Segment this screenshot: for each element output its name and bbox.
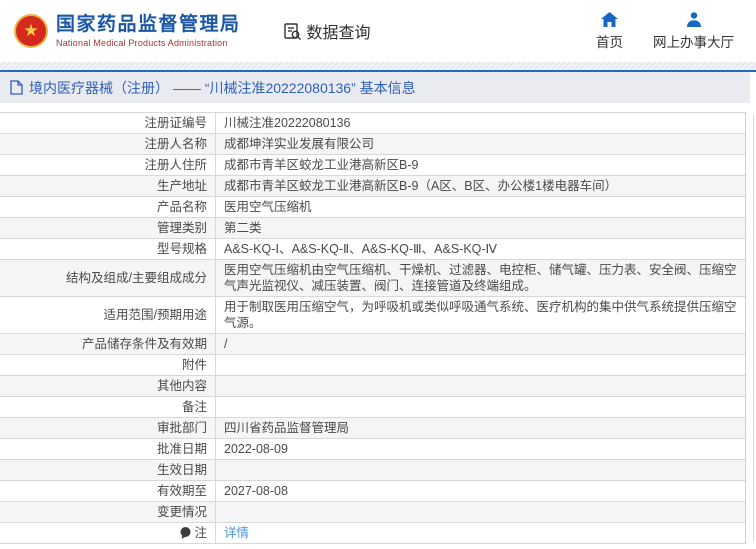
- breadcrumb-text: 境内医疗器械（注册） —— “川械注准20222080136” 基本信息: [29, 78, 416, 98]
- top-nav: 首页 网上办事大厅: [596, 12, 734, 51]
- row-value: 2022-08-09: [215, 439, 745, 459]
- row-label: 结构及组成/主要组成成分: [0, 260, 215, 296]
- row-value: [215, 502, 745, 522]
- table-row: 管理类别第二类: [0, 218, 745, 239]
- site-subtitle: National Medical Products Administration: [56, 38, 241, 48]
- table-row: 其他内容: [0, 376, 745, 397]
- breadcrumb: 境内医疗器械（注册） —— “川械注准20222080136” 基本信息: [0, 72, 750, 103]
- row-label: 批准日期: [0, 439, 215, 459]
- home-icon: [601, 12, 618, 27]
- table-row: 变更情况: [0, 502, 745, 523]
- right-edge-line: [753, 115, 754, 541]
- row-label: 有效期至: [0, 481, 215, 501]
- table-row: 注册证编号川械注准20222080136: [0, 113, 745, 134]
- row-label: 注册人住所: [0, 155, 215, 175]
- row-value: /: [215, 334, 745, 354]
- row-label: 生产地址: [0, 176, 215, 196]
- row-label: 变更情况: [0, 502, 215, 522]
- note-label: 注: [194, 525, 207, 541]
- row-label: 其他内容: [0, 376, 215, 396]
- row-value: A&S-KQ-Ⅰ、A&S-KQ-Ⅱ、A&S-KQ-Ⅲ、A&S-KQ-Ⅳ: [215, 239, 745, 259]
- row-value: 成都市青羊区蛟龙工业港高新区B-9: [215, 155, 745, 175]
- decorative-hatch-strip: [0, 62, 756, 70]
- table-row: 审批部门四川省药品监督管理局: [0, 418, 745, 439]
- national-emblem-icon: ★: [14, 14, 48, 48]
- row-label: 型号规格: [0, 239, 215, 259]
- table-row: 产品名称医用空气压缩机: [0, 197, 745, 218]
- nav-home-label: 首页: [596, 31, 623, 51]
- row-value: [215, 460, 745, 480]
- row-label: 适用范围/预期用途: [0, 297, 215, 333]
- row-value: 川械注准20222080136: [215, 113, 745, 133]
- row-value: [215, 397, 745, 417]
- row-value: 四川省药品监督管理局: [215, 418, 745, 438]
- nav-home[interactable]: 首页: [596, 12, 623, 51]
- row-label: 注册证编号: [0, 113, 215, 133]
- row-label: 管理类别: [0, 218, 215, 238]
- row-label: 审批部门: [0, 418, 215, 438]
- table-row: 型号规格A&S-KQ-Ⅰ、A&S-KQ-Ⅱ、A&S-KQ-Ⅲ、A&S-KQ-Ⅳ: [0, 239, 745, 260]
- row-value: 医用空气压缩机由空气压缩机、干燥机、过滤器、电控柜、储气罐、压力表、安全阀、压缩…: [215, 260, 745, 296]
- table-row: 有效期至2027-08-08: [0, 481, 745, 502]
- table-row: 适用范围/预期用途用于制取医用压缩空气，为呼吸机或类似呼吸通气系统、医疗机构的集…: [0, 297, 745, 334]
- table-row-note: 注 详情: [0, 523, 745, 544]
- row-value: 成都坤洋实业发展有限公司: [215, 134, 745, 154]
- data-query-label: 数据查询: [307, 19, 371, 43]
- nav-online-hall[interactable]: 网上办事大厅: [653, 12, 734, 51]
- nav-online-hall-label: 网上办事大厅: [653, 31, 734, 51]
- row-value: 2027-08-08: [215, 481, 745, 501]
- row-value: 医用空气压缩机: [215, 197, 745, 217]
- row-value: [215, 355, 745, 375]
- table-row: 附件: [0, 355, 745, 376]
- row-label: 备注: [0, 397, 215, 417]
- row-value: [215, 376, 745, 396]
- row-label: 注: [0, 523, 215, 543]
- row-value: 用于制取医用压缩空气，为呼吸机或类似呼吸通气系统、医疗机构的集中供气系统提供压缩…: [215, 297, 745, 333]
- row-label: 附件: [0, 355, 215, 375]
- site-title-block: 国家药品监督管理局 National Medical Products Admi…: [56, 14, 241, 48]
- document-search-icon: [283, 22, 302, 41]
- note-detail-link[interactable]: 详情: [224, 525, 249, 541]
- person-icon: [686, 12, 702, 27]
- site-title: 国家药品监督管理局: [56, 14, 241, 36]
- note-balloon-icon: [180, 527, 191, 539]
- row-value: 成都市青羊区蛟龙工业港高新区B-9（A区、B区、办公楼1楼电器车间）: [215, 176, 745, 196]
- row-label: 产品名称: [0, 197, 215, 217]
- table-row: 结构及组成/主要组成成分医用空气压缩机由空气压缩机、干燥机、过滤器、电控柜、储气…: [0, 260, 745, 297]
- table-row: 生产地址成都市青羊区蛟龙工业港高新区B-9（A区、B区、办公楼1楼电器车间）: [0, 176, 745, 197]
- table-row: 产品储存条件及有效期/: [0, 334, 745, 355]
- registration-detail-table: 注册证编号川械注准20222080136 注册人名称成都坤洋实业发展有限公司 注…: [0, 112, 746, 544]
- table-row: 批准日期2022-08-09: [0, 439, 745, 460]
- table-row: 生效日期: [0, 460, 745, 481]
- row-label: 注册人名称: [0, 134, 215, 154]
- table-row: 注册人住所成都市青羊区蛟龙工业港高新区B-9: [0, 155, 745, 176]
- row-label: 生效日期: [0, 460, 215, 480]
- header: ★ 国家药品监督管理局 National Medical Products Ad…: [0, 0, 756, 62]
- row-value: 详情: [215, 523, 745, 543]
- table-row: 备注: [0, 397, 745, 418]
- data-query-section[interactable]: 数据查询: [283, 19, 371, 43]
- row-label: 产品储存条件及有效期: [0, 334, 215, 354]
- page-icon: [10, 80, 23, 95]
- row-value: 第二类: [215, 218, 745, 238]
- table-row: 注册人名称成都坤洋实业发展有限公司: [0, 134, 745, 155]
